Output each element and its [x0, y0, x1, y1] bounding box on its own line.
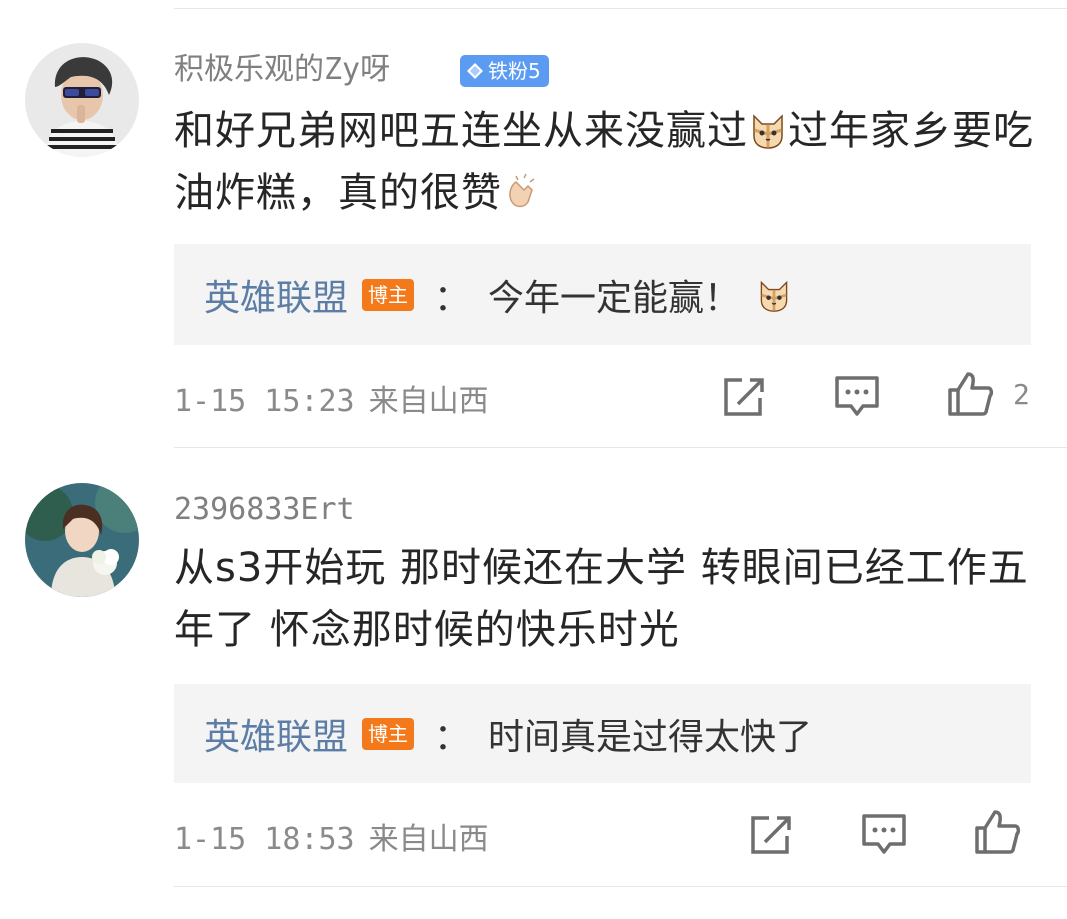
avatar[interactable] — [25, 43, 139, 157]
share-icon[interactable] — [747, 810, 795, 858]
reply-box: 英雄联盟 博主 ： 今年一定能赢！ — [174, 244, 1031, 345]
share-icon[interactable] — [720, 372, 768, 420]
comment-meta: 1-15 18:53 来自山西 — [174, 814, 489, 858]
reply-text: 今年一定能赢！ — [488, 277, 741, 319]
diamond-icon — [467, 63, 483, 79]
reply-line: 英雄联盟 博主 ： 今年一定能赢！ — [204, 244, 792, 345]
comment-icon[interactable] — [860, 810, 908, 858]
fan-badge[interactable]: 铁粉5 — [460, 55, 549, 87]
like-icon[interactable] — [973, 808, 1021, 856]
reply-author[interactable]: 英雄联盟 — [204, 269, 348, 321]
clapping-hands-emoji — [509, 173, 535, 208]
comment-text: 和好兄弟网吧五连坐从来没赢过 — [174, 108, 748, 154]
reply-colon: ： — [434, 716, 471, 758]
comment-location: 来自山西 — [368, 822, 489, 857]
like-icon[interactable] — [946, 370, 994, 418]
comment-content: 和好兄弟网吧五连坐从来没赢过 过年家乡要吃油炸糕，真的很赞 — [174, 100, 1034, 224]
avatar[interactable] — [25, 483, 139, 597]
reply-box: 英雄联盟 博主 ： 时间真是过得太快了 — [174, 684, 1031, 783]
comment-location: 来自山西 — [368, 384, 489, 419]
reply-colon: ： — [434, 277, 471, 319]
bottom-divider — [174, 886, 1067, 887]
comment-item: 积极乐观的Zy呀 铁粉5 和好兄弟网吧五连坐从来没赢过 过年家乡要吃油炸糕，真的… — [0, 0, 1067, 447]
comment-time: 1-15 18:53 — [174, 822, 355, 857]
like-count: 2 — [1013, 378, 1030, 411]
comment-content: 从s3开始玩 那时候还在大学 转眼间已经工作五年了 怀念那时候的快乐时光 — [174, 545, 1029, 653]
blogger-badge: 博主 — [362, 278, 415, 311]
cat-emoji — [753, 114, 783, 149]
reply-line: 英雄联盟 博主 ： 时间真是过得太快了 — [204, 684, 812, 783]
comment-icon[interactable] — [833, 372, 881, 420]
username[interactable]: 2396833Ert — [174, 492, 355, 528]
reply-text: 时间真是过得太快了 — [488, 716, 813, 758]
username[interactable]: 积极乐观的Zy呀 — [174, 52, 390, 88]
blogger-badge: 博主 — [362, 717, 415, 750]
comment-meta: 1-15 15:23 来自山西 — [174, 376, 489, 420]
reply-author[interactable]: 英雄联盟 — [204, 708, 348, 760]
cat-emoji — [760, 280, 788, 312]
comment-time: 1-15 15:23 — [174, 384, 355, 419]
comment-item: 2396833Ert 从s3开始玩 那时候还在大学 转眼间已经工作五年了 怀念那… — [0, 447, 1067, 887]
fan-badge-label: 铁粉5 — [488, 59, 541, 83]
